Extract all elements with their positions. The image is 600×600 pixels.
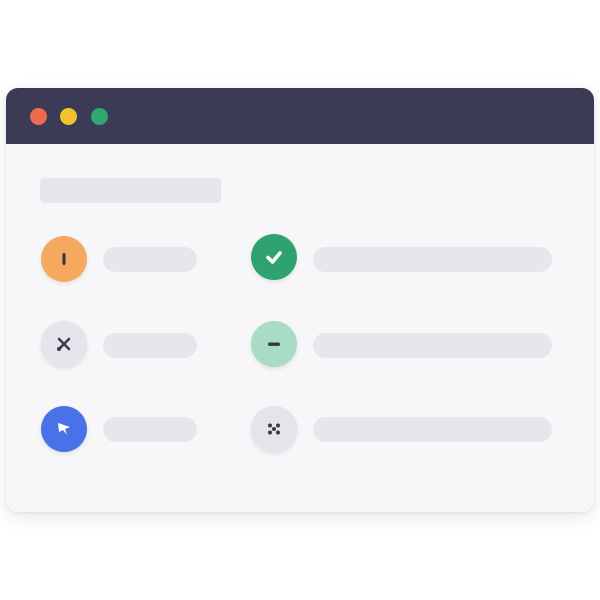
stage bbox=[0, 0, 600, 600]
close-window-button[interactable] bbox=[30, 108, 47, 125]
crossed-tools-icon[interactable] bbox=[41, 321, 87, 367]
header-placeholder bbox=[40, 178, 221, 203]
list-item-placeholder bbox=[313, 417, 552, 442]
list-item-placeholder bbox=[313, 333, 552, 358]
list-item-placeholder bbox=[103, 333, 197, 358]
title-bar bbox=[6, 88, 594, 144]
pin-icon[interactable] bbox=[41, 406, 87, 452]
maximize-window-button[interactable] bbox=[91, 108, 108, 125]
minimize-window-button[interactable] bbox=[60, 108, 77, 125]
list-item-placeholder bbox=[103, 247, 197, 272]
exclamation-icon[interactable] bbox=[41, 236, 87, 282]
list-item-placeholder bbox=[103, 417, 197, 442]
list-item-placeholder bbox=[313, 247, 552, 272]
dots-icon[interactable] bbox=[251, 406, 297, 452]
minus-icon[interactable] bbox=[251, 321, 297, 367]
app-window bbox=[6, 88, 594, 512]
checkmark-icon[interactable] bbox=[251, 234, 297, 280]
content-area bbox=[6, 144, 594, 512]
